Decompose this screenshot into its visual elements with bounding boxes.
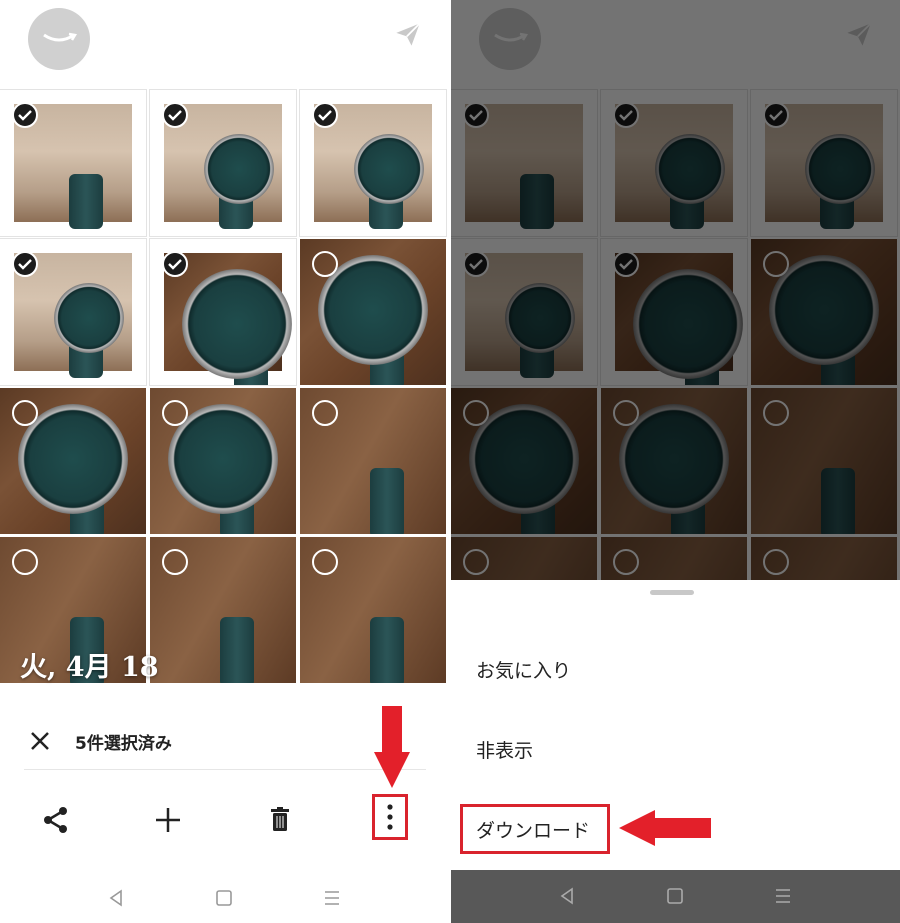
download-highlight-box xyxy=(460,804,610,854)
home-icon[interactable] xyxy=(212,886,236,910)
amazon-smile-logo-icon xyxy=(43,32,77,42)
photo-thumbnail[interactable] xyxy=(150,537,296,683)
menu-item-favorite[interactable]: お気に入り xyxy=(476,656,571,683)
right-screen: お気に入り 非表示 ダウンロード xyxy=(451,0,900,923)
trash-icon xyxy=(271,807,289,831)
watch-strap xyxy=(370,617,404,683)
red-arrow-left-annotation xyxy=(619,810,711,846)
photo-thumbnail[interactable] xyxy=(0,238,147,386)
plus-icon xyxy=(156,808,180,832)
bottom-sheet-menu: お気に入り 非表示 ダウンロード xyxy=(451,580,900,870)
back-icon[interactable] xyxy=(555,884,579,908)
unchecked-icon[interactable] xyxy=(162,549,188,575)
left-screen: 火, 4月 18 5件選択済み xyxy=(0,0,450,923)
watch-face xyxy=(54,283,124,353)
unchecked-icon[interactable] xyxy=(162,400,188,426)
watch-face xyxy=(204,134,274,204)
watch-face xyxy=(182,269,292,379)
watch-strap xyxy=(69,174,103,229)
selection-count: 5件選択済み xyxy=(75,734,172,754)
watch-strap xyxy=(370,468,404,534)
checked-icon[interactable] xyxy=(312,102,338,128)
send-icon[interactable] xyxy=(394,20,422,48)
checked-icon[interactable] xyxy=(162,102,188,128)
system-nav-bar xyxy=(0,872,450,923)
avatar[interactable] xyxy=(28,8,90,70)
delete-button[interactable] xyxy=(264,804,296,836)
dim-overlay[interactable] xyxy=(451,0,900,580)
share-button[interactable] xyxy=(40,804,72,836)
checked-icon[interactable] xyxy=(12,102,38,128)
home-icon[interactable] xyxy=(663,884,687,908)
menu-item-hide[interactable]: 非表示 xyxy=(476,736,533,763)
back-icon[interactable] xyxy=(104,886,128,910)
unchecked-icon[interactable] xyxy=(312,251,338,277)
share-icon xyxy=(44,807,67,833)
photo-thumbnail[interactable] xyxy=(0,388,146,534)
menu-icon[interactable] xyxy=(320,886,344,910)
photo-thumbnail[interactable] xyxy=(299,89,447,237)
photo-thumbnail[interactable] xyxy=(300,537,446,683)
unchecked-icon[interactable] xyxy=(12,400,38,426)
photo-thumbnail[interactable] xyxy=(149,89,297,237)
divider xyxy=(24,769,426,770)
top-bar xyxy=(0,0,450,88)
unchecked-icon[interactable] xyxy=(312,400,338,426)
red-arrow-down-annotation xyxy=(374,706,410,788)
photo-thumbnail[interactable] xyxy=(300,388,446,534)
photo-thumbnail[interactable] xyxy=(300,239,446,385)
photo-thumbnail[interactable] xyxy=(0,89,147,237)
unchecked-icon[interactable] xyxy=(312,549,338,575)
watch-strap xyxy=(220,617,254,683)
drag-handle[interactable] xyxy=(650,590,694,595)
watch-face xyxy=(354,134,424,204)
date-header: 火, 4月 18 xyxy=(20,652,159,683)
checked-icon[interactable] xyxy=(12,251,38,277)
close-icon[interactable] xyxy=(28,729,52,753)
menu-icon[interactable] xyxy=(771,884,795,908)
unchecked-icon[interactable] xyxy=(12,549,38,575)
checked-icon[interactable] xyxy=(162,251,188,277)
add-to-album-button[interactable] xyxy=(152,804,184,836)
system-nav-bar xyxy=(451,870,900,923)
photo-thumbnail[interactable] xyxy=(150,388,296,534)
more-options-button[interactable] xyxy=(372,794,408,840)
more-vertical-icon xyxy=(387,804,393,830)
photo-grid xyxy=(0,89,450,690)
photo-thumbnail[interactable] xyxy=(149,238,297,386)
